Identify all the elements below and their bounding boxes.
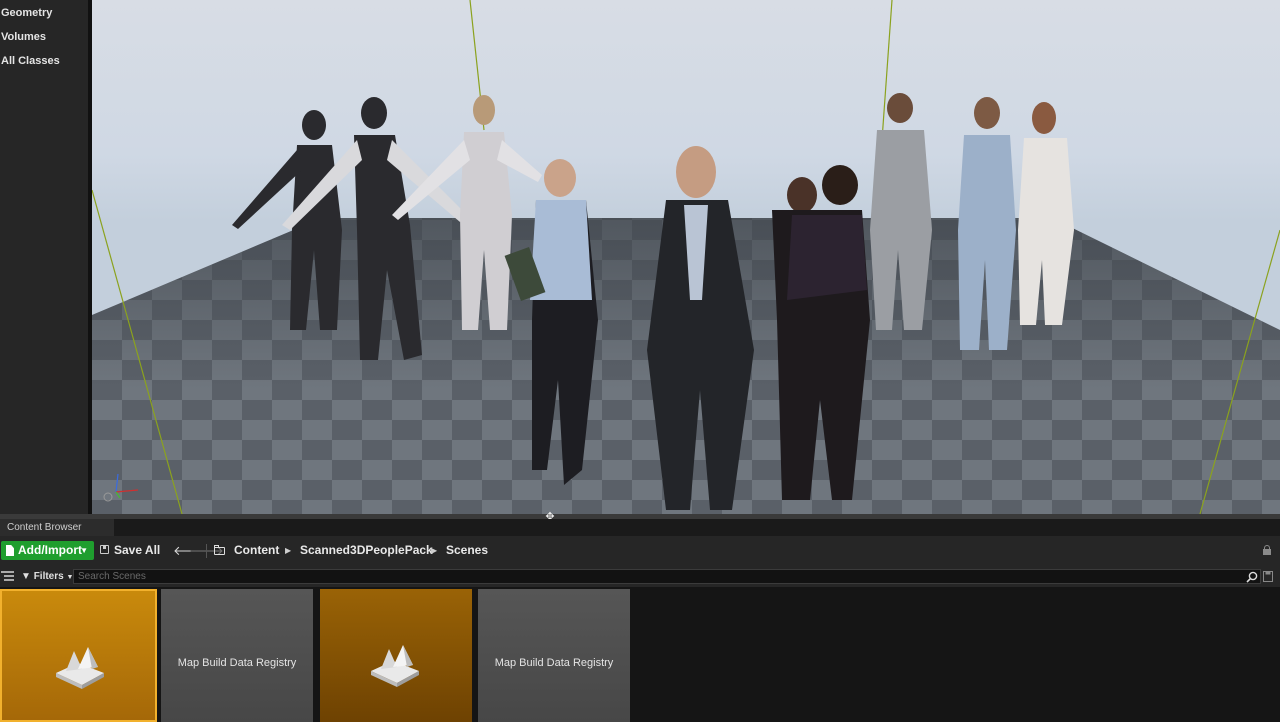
content-browser-toolbar: Add/Import ▼ Save All 🡐 🡒 Content ▶ Scan…	[0, 536, 1280, 565]
save-search-icon[interactable]	[1263, 571, 1273, 582]
place-actors-panel: Geometry Volumes All Classes	[0, 0, 92, 514]
asset-grid: Map Build Data Registry Map Build Data R…	[0, 587, 1280, 722]
add-import-label: Add/Import	[18, 543, 82, 557]
breadcrumb-scenes[interactable]: Scenes	[446, 541, 488, 560]
filter-icon: ▼	[21, 571, 31, 582]
save-all-button[interactable]: Save All	[100, 541, 160, 560]
asset-label: Map Build Data Registry	[177, 657, 297, 669]
search-icon[interactable]	[1246, 571, 1258, 583]
category-all-classes[interactable]: All Classes	[1, 55, 60, 67]
breadcrumb-scanned3dpeoplepack[interactable]: Scanned3DPeoplePack	[300, 541, 433, 560]
filters-button[interactable]: ▼ Filters ▼	[18, 568, 73, 585]
sources-panel-toggle-icon[interactable]	[1, 571, 14, 582]
level-map-icon	[371, 645, 419, 687]
map-asset-tile[interactable]	[320, 589, 472, 722]
level-map-icon	[56, 647, 104, 689]
breadcrumb-separator-icon[interactable]: ▶	[431, 541, 437, 560]
map-asset-tile[interactable]	[0, 589, 157, 722]
tab-content-browser[interactable]: Content Browser	[0, 519, 114, 536]
filters-label: Filters	[33, 571, 64, 582]
new-document-icon	[6, 545, 14, 556]
map-build-data-tile[interactable]: Map Build Data Registry	[478, 589, 630, 722]
content-browser-filterbar: ▼ Filters ▼	[0, 565, 1280, 587]
viewport-scene	[92, 0, 1280, 514]
toolbar-divider	[206, 544, 207, 558]
chevron-down-icon: ▼	[80, 546, 88, 555]
breadcrumb-content[interactable]: Content	[234, 541, 279, 560]
save-icon	[100, 545, 109, 554]
folder-icon[interactable]	[214, 545, 225, 555]
level-viewport[interactable]	[92, 0, 1280, 514]
breadcrumb-separator-icon[interactable]: ▶	[285, 541, 291, 560]
search-input[interactable]	[73, 569, 1261, 584]
content-browser-tabbar: Content Browser	[0, 519, 1280, 536]
asset-label: Map Build Data Registry	[494, 657, 614, 669]
lock-icon[interactable]	[1262, 545, 1272, 555]
map-build-data-tile[interactable]: Map Build Data Registry	[161, 589, 313, 722]
category-volumes[interactable]: Volumes	[1, 31, 46, 43]
save-all-label: Save All	[114, 543, 161, 557]
add-import-button[interactable]: Add/Import ▼	[1, 541, 94, 560]
category-geometry[interactable]: Geometry	[1, 7, 52, 19]
